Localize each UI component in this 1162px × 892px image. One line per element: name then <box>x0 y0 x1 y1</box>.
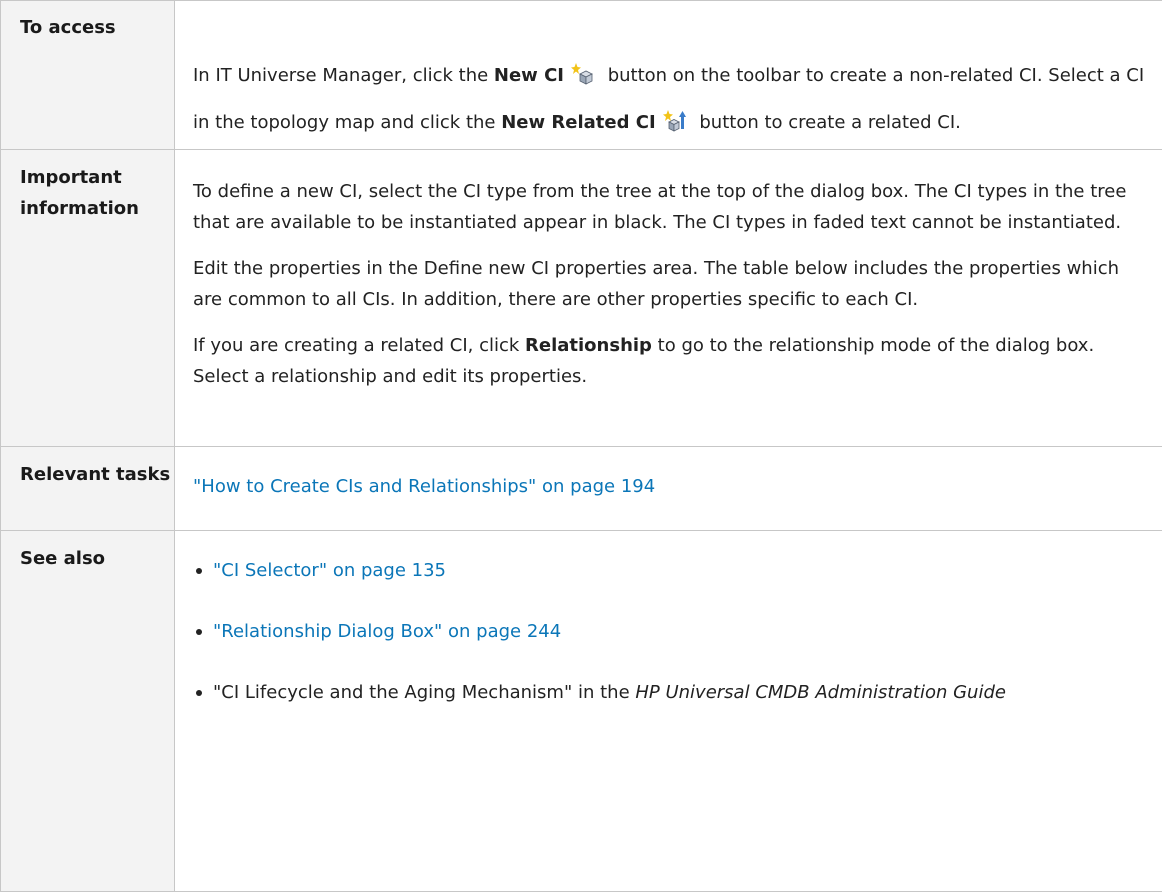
see-also-item: "CI Lifecycle and the Aging Mechanism" i… <box>193 677 1148 708</box>
important-p3-text-1: If you are creating a related CI, click <box>193 335 525 356</box>
access-text-3: button to create a related CI. <box>694 112 961 133</box>
new-related-ci-label: New Related CI <box>501 112 655 133</box>
see-also-item3-text: "CI Lifecycle and the Aging Mechanism" i… <box>213 682 635 703</box>
link-how-to-create-cis[interactable]: "How to Create CIs and Relationships" on… <box>193 476 655 497</box>
important-paragraph-2: Edit the properties in the Define new CI… <box>193 253 1148 315</box>
see-also-item: "Relationship Dialog Box" on page 244 <box>193 616 1148 647</box>
see-also-item3-guide: HP Universal CMDB Administration Guide <box>635 682 1006 703</box>
row-to-access: To access In IT Universe Manager, click … <box>1 1 1162 150</box>
important-paragraph-1: To define a new CI, select the CI type f… <box>193 176 1148 238</box>
important-paragraph-3: If you are creating a related CI, click … <box>193 330 1148 392</box>
relationship-label: Relationship <box>525 335 652 356</box>
new-ci-label: New CI <box>494 65 564 86</box>
row-important-information: Important information To define a new CI… <box>1 150 1162 447</box>
label-see-also: See also <box>1 531 175 892</box>
content-see-also: "CI Selector" on page 135 "Relationship … <box>175 531 1162 892</box>
reference-table: To access In IT Universe Manager, click … <box>0 0 1162 892</box>
label-to-access: To access <box>1 1 175 150</box>
access-text-1: In IT Universe Manager, click the <box>193 65 494 86</box>
content-to-access: In IT Universe Manager, click the New CI… <box>175 1 1162 150</box>
label-important-information: Important information <box>1 150 175 447</box>
content-important-information: To define a new CI, select the CI type f… <box>175 150 1162 447</box>
see-also-item: "CI Selector" on page 135 <box>193 555 1148 586</box>
new-ci-icon <box>570 61 596 102</box>
row-relevant-tasks: Relevant tasks "How to Create CIs and Re… <box>1 447 1162 531</box>
link-relationship-dialog-box[interactable]: "Relationship Dialog Box" on page 244 <box>213 621 561 642</box>
see-also-list: "CI Selector" on page 135 "Relationship … <box>193 555 1148 708</box>
row-see-also: See also "CI Selector" on page 135 "Rela… <box>1 531 1162 892</box>
new-related-ci-icon <box>662 108 688 149</box>
content-relevant-tasks: "How to Create CIs and Relationships" on… <box>175 447 1162 531</box>
link-ci-selector[interactable]: "CI Selector" on page 135 <box>213 560 446 581</box>
label-relevant-tasks: Relevant tasks <box>1 447 175 531</box>
